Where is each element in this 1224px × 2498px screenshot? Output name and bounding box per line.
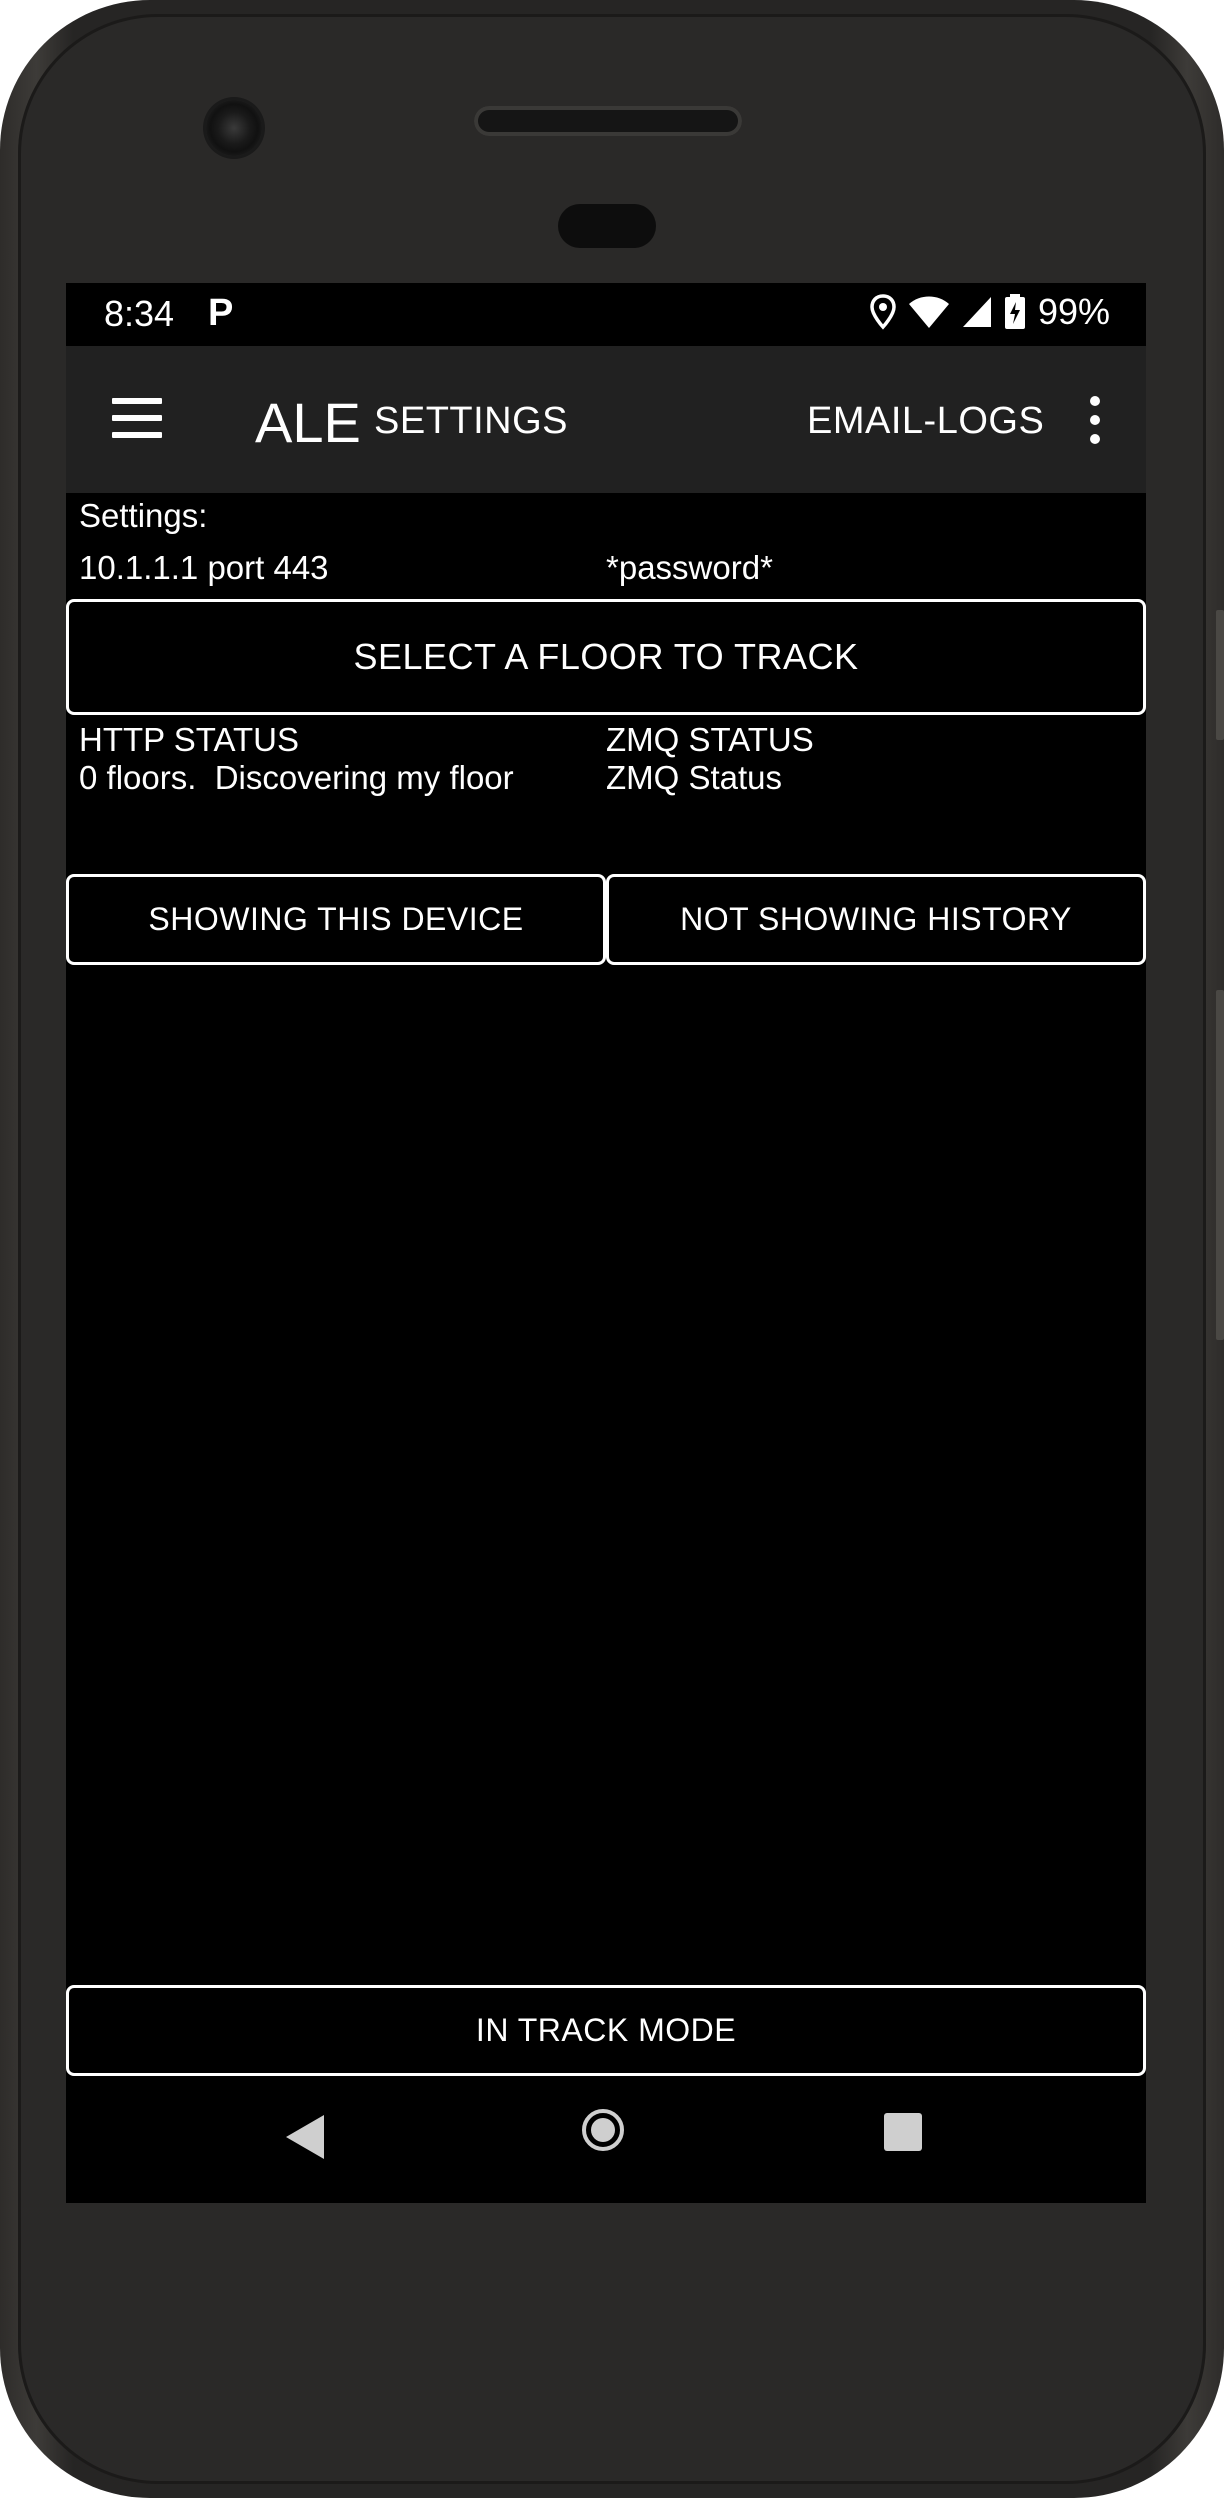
settings-action[interactable]: SETTINGS [374, 400, 568, 443]
front-camera [206, 100, 262, 156]
settings-label: Settings: [79, 497, 208, 534]
wifi-icon [908, 296, 949, 328]
http-status-value: 0 floors. Discovering my floor [79, 759, 514, 796]
phone-frame: 8:34 P 99% ALE SETTINGS EMAIL-LOGS Setti… [0, 0, 1224, 2498]
app-title: ALE [255, 391, 361, 454]
select-floor-button[interactable]: SELECT A FLOOR TO TRACK [66, 599, 1146, 715]
location-icon [870, 294, 896, 330]
home-icon[interactable] [582, 2109, 624, 2151]
status-bar: 8:34 P 99% [66, 283, 1146, 346]
battery-percent: 99% [1037, 291, 1110, 332]
track-mode-button[interactable]: IN TRACK MODE [66, 1985, 1146, 2076]
navigation-bar [66, 2079, 1146, 2203]
status-time: 8:34 [104, 293, 175, 334]
server-address: 10.1.1.1 port 443 [79, 549, 329, 586]
zmq-status-title: ZMQ STATUS [606, 721, 814, 758]
showing-device-toggle[interactable]: SHOWING THIS DEVICE [66, 874, 606, 965]
password-text: *password* [606, 549, 773, 586]
earpiece-speaker [474, 106, 742, 136]
zmq-status-value: ZMQ Status [606, 759, 783, 796]
http-status-title: HTTP STATUS [79, 721, 300, 758]
hamburger-menu-icon[interactable] [112, 398, 162, 438]
status-icons: 99% [870, 291, 1110, 333]
app-bar: ALE SETTINGS EMAIL-LOGS [66, 346, 1146, 493]
battery-charging-icon [1004, 294, 1025, 329]
parking-notification-icon: P [208, 292, 234, 334]
more-vert-icon[interactable] [1088, 396, 1102, 444]
power-button [1216, 990, 1224, 1340]
email-logs-action[interactable]: EMAIL-LOGS [807, 400, 1044, 443]
signal-icon [962, 297, 991, 327]
volume-button [1216, 610, 1224, 740]
back-icon[interactable] [286, 2115, 324, 2159]
recent-apps-icon[interactable] [884, 2113, 922, 2151]
screen: 8:34 P 99% ALE SETTINGS EMAIL-LOGS Setti… [66, 283, 1146, 2203]
history-toggle[interactable]: NOT SHOWING HISTORY [606, 874, 1146, 965]
proximity-sensor [558, 204, 656, 248]
